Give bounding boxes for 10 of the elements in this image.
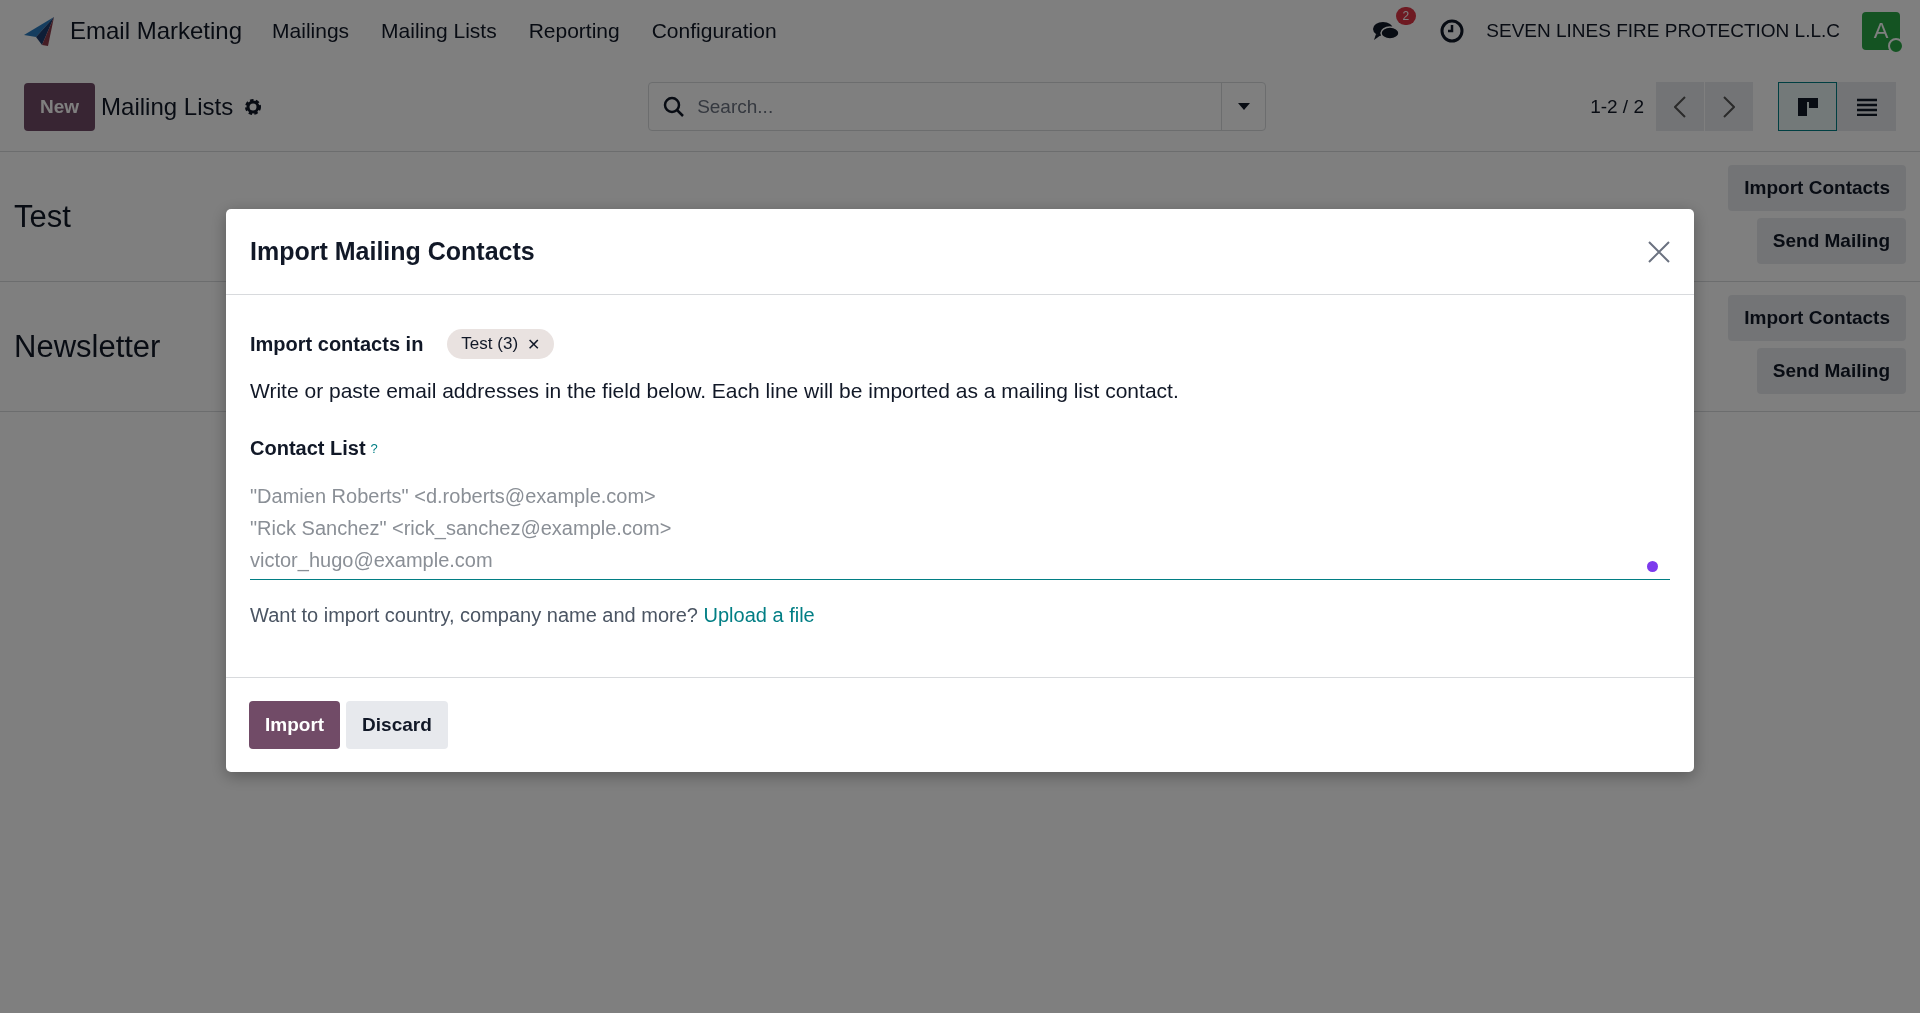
list-name: Test <box>14 198 71 235</box>
field-label: Contact List <box>250 437 366 460</box>
notification-badge: 2 <box>1395 7 1417 25</box>
upload-hint-text: Want to import country, company name and more? Upload a file <box>250 604 816 627</box>
field-label: Import contacts in <box>250 332 424 356</box>
instructions-text: Write or paste email addresses in the field below. Each line will be imported as a mailing list contact. <box>250 379 1180 403</box>
dialog-title: Import Mailing Contacts <box>250 237 536 266</box>
tag-label: Test (3) <box>461 334 519 354</box>
page-title: Mailing Lists <box>101 92 234 121</box>
list-name: Newsletter <box>14 328 161 365</box>
